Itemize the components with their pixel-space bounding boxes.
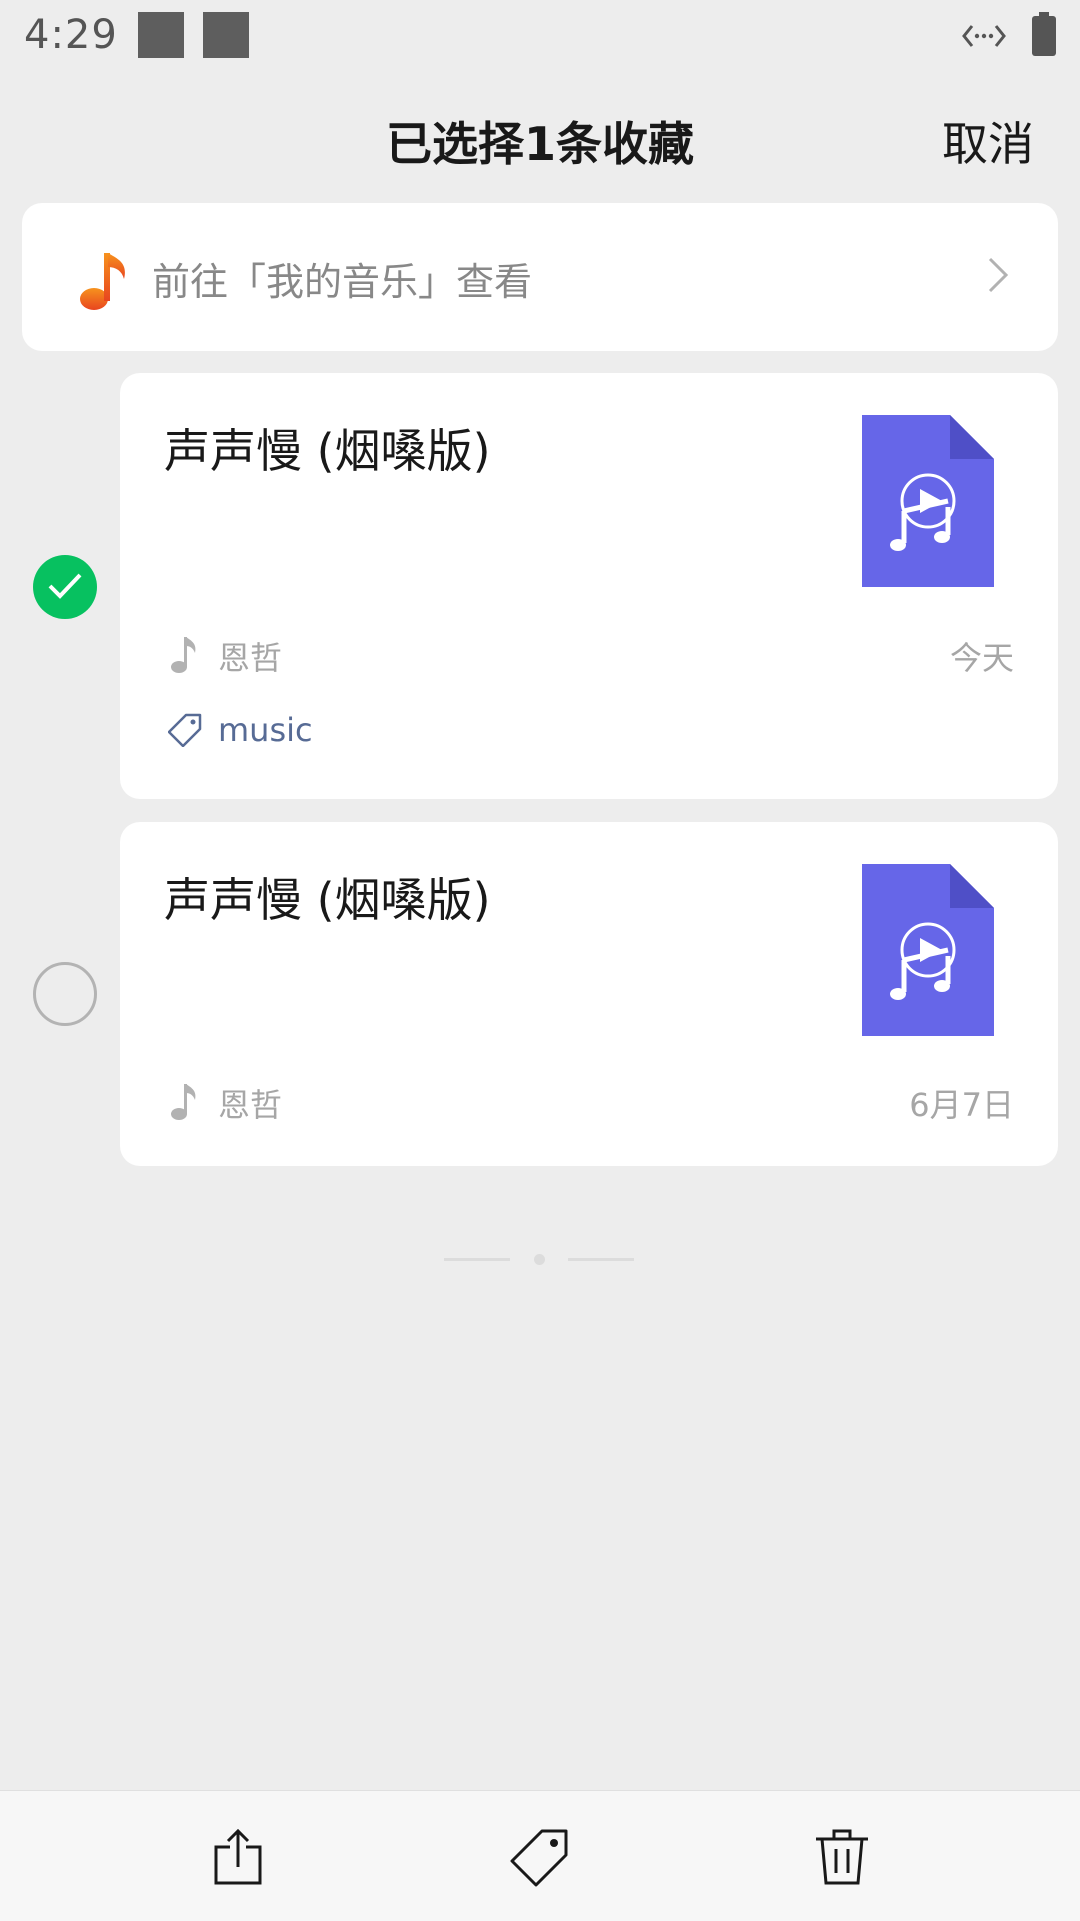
tag-icon <box>168 713 202 747</box>
item-date: 今天 <box>949 639 1014 677</box>
loading-dot <box>534 1254 545 1265</box>
favorite-item-card[interactable]: 声声慢 (烟嗓版) 恩哲 今天 music <box>120 373 1058 799</box>
item-date: 6月7日 <box>909 1086 1014 1124</box>
header: 已选择1条收藏 取消 <box>0 72 1080 204</box>
battery-icon <box>1032 12 1056 56</box>
music-note-icon <box>171 637 196 673</box>
music-note-icon <box>80 253 125 310</box>
cancel-button[interactable]: 取消 <box>942 108 1034 174</box>
share-icon[interactable] <box>208 1827 268 1887</box>
bottom-toolbar <box>0 1790 1080 1921</box>
check-icon <box>48 573 82 599</box>
notification-icon <box>138 12 184 58</box>
item-select-checkbox[interactable] <box>33 555 97 619</box>
loading-indicator <box>444 1252 636 1266</box>
trash-icon[interactable] <box>812 1827 872 1887</box>
notification-icon <box>203 12 249 58</box>
music-file-icon <box>862 864 994 1036</box>
item-author: 恩哲 <box>218 639 283 677</box>
item-title: 声声慢 (烟嗓版) <box>164 873 491 927</box>
item-select-checkbox[interactable] <box>33 962 97 1026</box>
item-author: 恩哲 <box>218 1086 283 1124</box>
banner-text: 前往「我的音乐」查看 <box>152 260 533 304</box>
page-title: 已选择1条收藏 <box>385 117 694 171</box>
status-bar: 4:29 <box>0 0 1080 72</box>
item-tag[interactable]: music <box>218 711 313 749</box>
my-music-banner[interactable]: 前往「我的音乐」查看 <box>22 203 1058 351</box>
status-time: 4:29 <box>24 12 118 58</box>
music-note-icon <box>171 1084 196 1120</box>
favorite-item-card[interactable]: 声声慢 (烟嗓版) 恩哲 6月7日 <box>120 822 1058 1166</box>
music-file-icon <box>862 415 994 587</box>
data-transfer-icon <box>962 25 1006 47</box>
divider <box>444 1258 510 1261</box>
divider <box>568 1258 634 1261</box>
tag-icon[interactable] <box>510 1827 570 1887</box>
item-title: 声声慢 (烟嗓版) <box>164 424 491 478</box>
chevron-right-icon <box>988 257 1009 293</box>
